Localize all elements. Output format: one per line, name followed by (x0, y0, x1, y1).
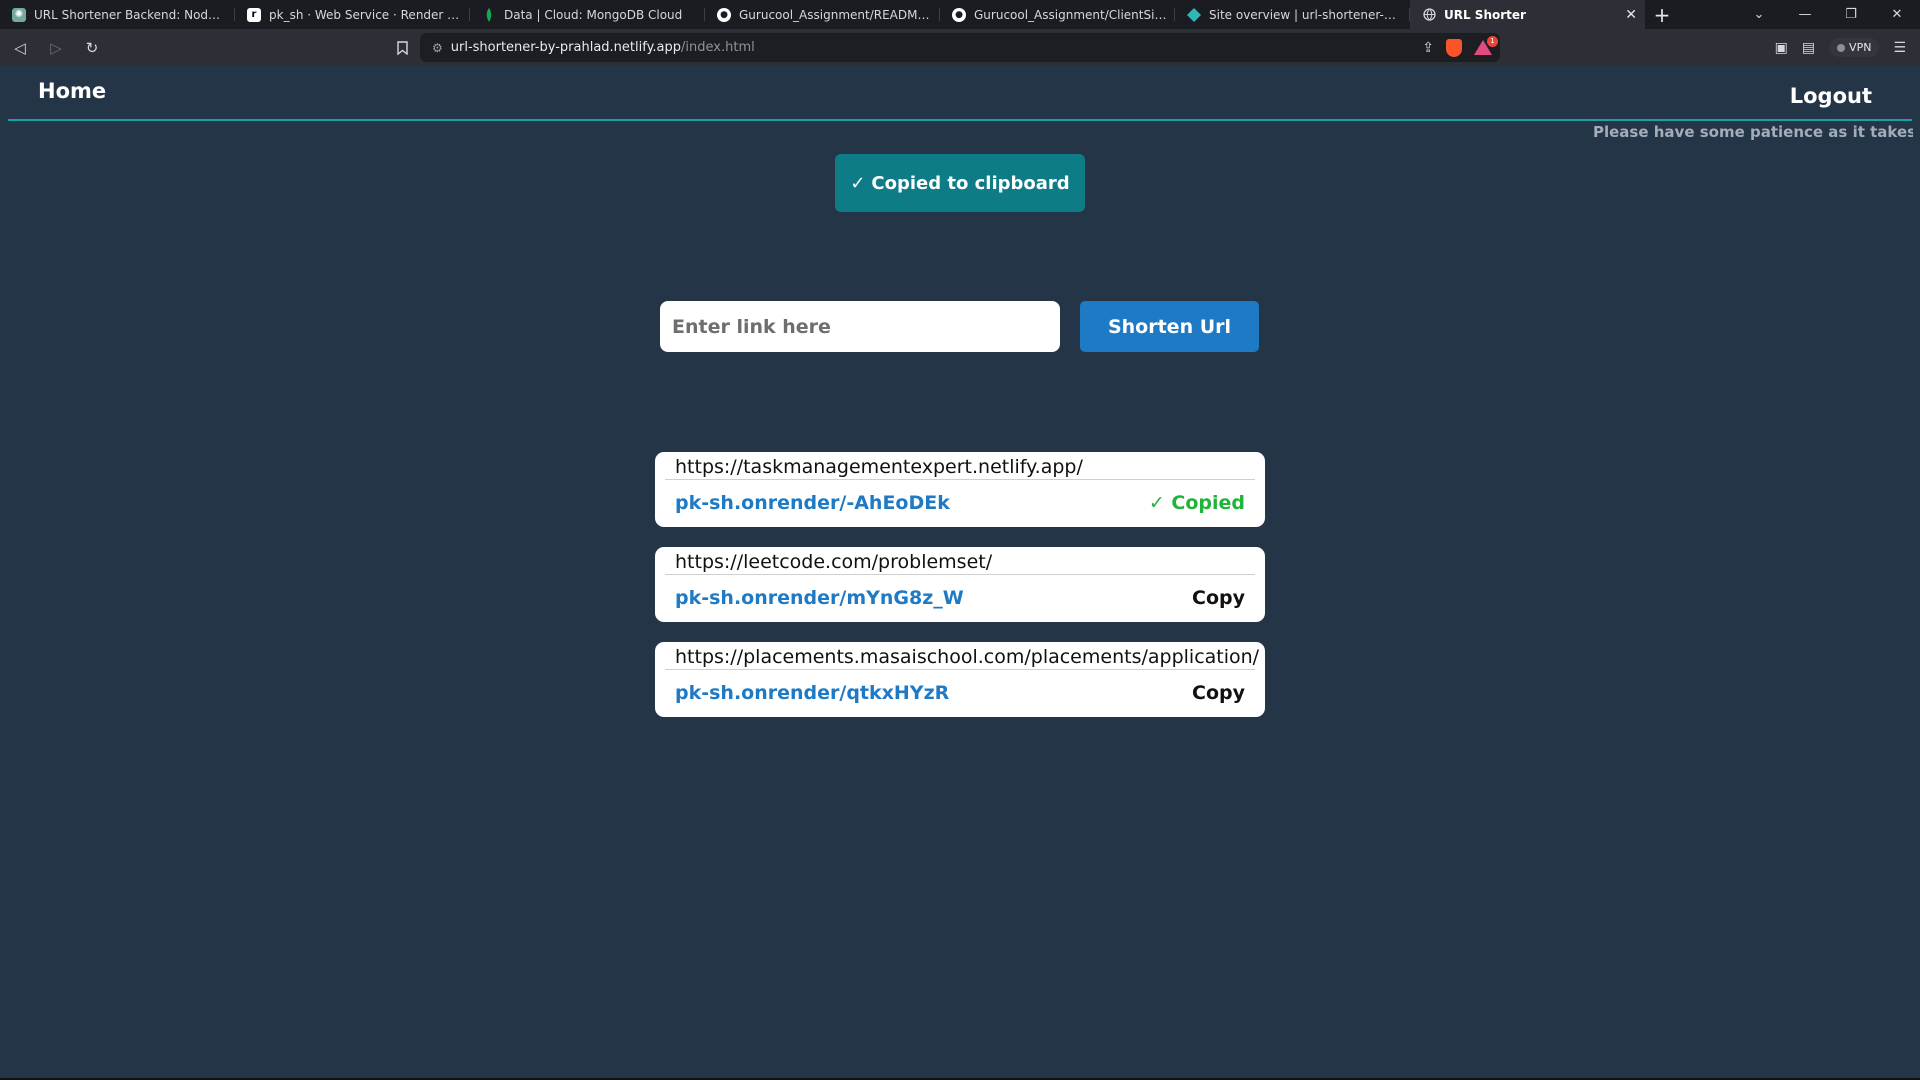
link-card: https://taskmanagementexpert.netlify.app… (655, 452, 1265, 527)
close-window-icon[interactable]: ✕ (1874, 0, 1920, 29)
tab-title: pk_sh · Web Service · Render Dashbo (269, 7, 462, 22)
original-url: https://placements.masaischool.com/place… (675, 646, 1260, 668)
chatgpt-icon: ✺ (12, 7, 26, 22)
page-content: Home Logout Please have some patience as… (0, 66, 1920, 1078)
netlify-icon (1187, 7, 1201, 22)
check-icon: ✓ (850, 172, 866, 194)
reload-icon[interactable]: ↻ (76, 34, 108, 62)
logout-link[interactable]: Logout (1790, 84, 1872, 108)
link-card: https://placements.masaischool.com/place… (655, 642, 1265, 717)
brave-rewards-icon[interactable]: 1 (1474, 35, 1498, 56)
card-divider (665, 479, 1255, 480)
short-url-link[interactable]: pk-sh.onrender/qtkxHYzR (675, 682, 949, 704)
link-input[interactable] (660, 301, 1060, 352)
close-tab-icon[interactable]: ✕ (1625, 7, 1637, 23)
browser-toolbar: ◁ ▷ ↻ ⚙ url-shortener-by-prahlad.netlify… (0, 29, 1920, 66)
menu-icon[interactable]: ☰ (1893, 40, 1906, 56)
address-text: url-shortener-by-prahlad.netlify.app/ind… (450, 40, 755, 55)
sidebar-icon[interactable]: ▣ (1775, 40, 1788, 56)
browser-tab-strip: ✺ URL Shortener Backend: Node.js r pk_sh… (0, 0, 1920, 29)
site-settings-icon[interactable]: ⚙ (432, 41, 443, 55)
mongodb-leaf-icon (482, 7, 496, 22)
card-divider (665, 669, 1255, 670)
card-divider (665, 574, 1255, 575)
short-url-link[interactable]: pk-sh.onrender/mYnG8z_W (675, 587, 964, 609)
share-icon[interactable]: ⇪ (1422, 40, 1434, 56)
tab-title: Data | Cloud: MongoDB Cloud (504, 7, 683, 22)
globe-icon (1422, 8, 1436, 22)
minimize-icon[interactable]: — (1782, 0, 1828, 29)
browser-tab[interactable]: Site overview | url-shortener-by-prah (1175, 0, 1410, 29)
brave-shields-icon[interactable] (1446, 38, 1462, 57)
tab-list-chevron-icon[interactable]: ⌄ (1736, 0, 1782, 29)
tab-title: URL Shorter (1444, 7, 1526, 22)
original-url: https://taskmanagementexpert.netlify.app… (675, 456, 1083, 478)
browser-tab[interactable]: ✺ URL Shortener Backend: Node.js (0, 0, 235, 29)
app-navbar: Home Logout (8, 66, 1912, 121)
tab-title: Site overview | url-shortener-by-prah (1209, 7, 1402, 22)
tab-title: Gurucool_Assignment/README.md a (739, 7, 932, 22)
restore-icon[interactable]: ❐ (1828, 0, 1874, 29)
copy-button[interactable]: Copy (1192, 682, 1245, 704)
back-icon[interactable]: ◁ (4, 34, 36, 62)
browser-tab-active[interactable]: URL Shorter ✕ (1410, 0, 1645, 29)
tab-title: URL Shortener Backend: Node.js (34, 7, 227, 22)
browser-tab[interactable]: Data | Cloud: MongoDB Cloud (470, 0, 705, 29)
browser-tab[interactable]: r pk_sh · Web Service · Render Dashbo (235, 0, 470, 29)
browser-tab[interactable]: ● Gurucool_Assignment/ClientSide at m (940, 0, 1175, 29)
forward-icon[interactable]: ▷ (40, 34, 72, 62)
render-icon: r (247, 7, 261, 22)
github-icon: ● (952, 7, 966, 22)
toast-text: Copied to clipboard (871, 172, 1070, 194)
wallet-icon[interactable]: ▤ (1802, 40, 1815, 56)
copy-button[interactable]: Copy (1192, 587, 1245, 609)
new-tab-button[interactable]: + (1645, 0, 1679, 29)
github-icon: ● (717, 7, 731, 22)
vpn-status-icon (1837, 43, 1846, 52)
original-url: https://leetcode.com/problemset/ (675, 551, 993, 573)
rewards-badge: 1 (1487, 35, 1498, 47)
copied-button[interactable]: ✓ Copied (1149, 492, 1245, 514)
copied-toast: ✓ Copied to clipboard (835, 154, 1085, 212)
vpn-button[interactable]: VPN (1829, 38, 1880, 57)
home-link[interactable]: Home (38, 79, 106, 103)
tab-title: Gurucool_Assignment/ClientSide at m (974, 7, 1167, 22)
link-card: https://leetcode.com/problemset/ pk-sh.o… (655, 547, 1265, 622)
browser-tab[interactable]: ● Gurucool_Assignment/README.md a (705, 0, 940, 29)
address-bar[interactable]: ⚙ url-shortener-by-prahlad.netlify.app/i… (420, 33, 1500, 62)
short-url-link[interactable]: pk-sh.onrender/-AhEoDEk (675, 492, 950, 514)
bookmark-icon[interactable] (388, 33, 416, 62)
shorten-url-button[interactable]: Shorten Url (1080, 301, 1259, 352)
patience-notice-marquee: Please have some patience as it takes ti… (1593, 123, 1913, 141)
